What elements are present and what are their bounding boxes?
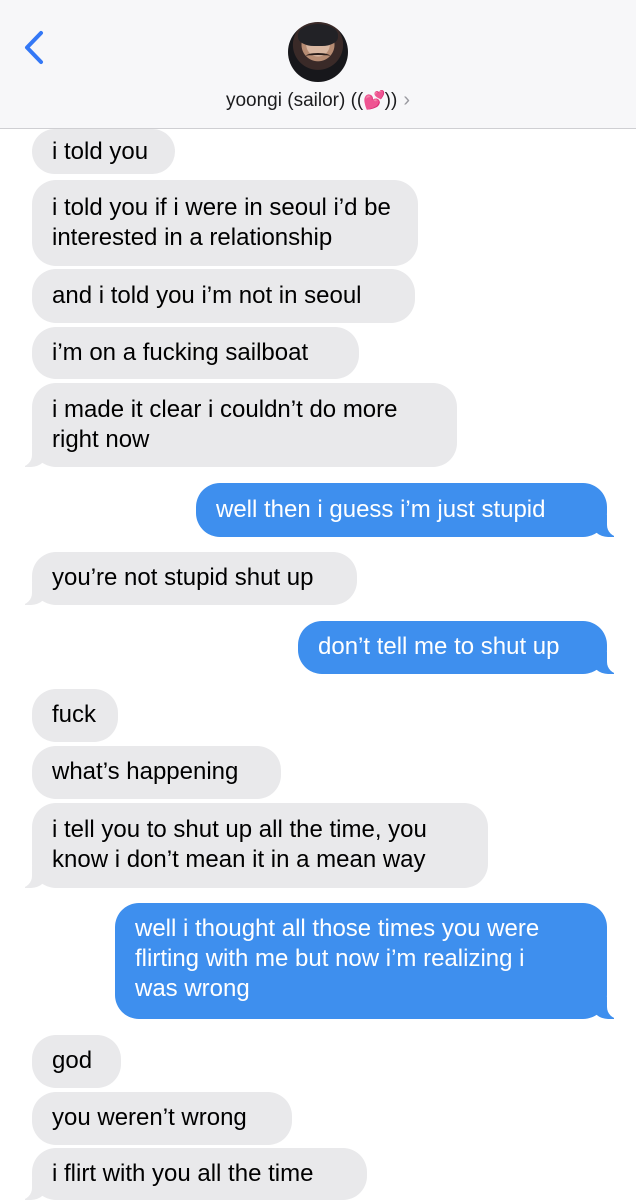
avatar[interactable] — [288, 22, 348, 82]
message-bubble-incoming[interactable]: fuck — [32, 689, 118, 742]
message-bubble-incoming[interactable]: i flirt with you all the time — [6, 1148, 367, 1200]
conversation-header: yoongi (sailor) ((💕)) › — [0, 0, 636, 129]
message-bubble-incoming[interactable]: you weren’t wrong — [32, 1092, 292, 1145]
message-bubble-incoming[interactable]: god — [32, 1035, 121, 1088]
message-bubble-outgoing[interactable]: well then i guess i’m just stupid — [196, 483, 633, 537]
contact-name-button[interactable]: yoongi (sailor) ((💕)) › — [0, 89, 636, 112]
message-bubble-incoming[interactable]: i’m on a fucking sailboat — [32, 327, 359, 379]
message-bubble-incoming[interactable]: i told you — [32, 129, 175, 174]
message-bubble-incoming[interactable]: i told you if i were in seoul i’d be int… — [32, 180, 418, 266]
message-bubble-incoming[interactable]: you’re not stupid shut up — [6, 552, 357, 605]
chevron-left-icon — [25, 31, 43, 64]
two-hearts-emoji: 💕 — [363, 90, 385, 110]
back-button[interactable] — [16, 26, 56, 70]
message-bubble-outgoing[interactable]: well i thought all those times you were … — [115, 903, 633, 1019]
contact-name: yoongi (sailor) (( — [225, 90, 364, 111]
contact-name-suffix: )) — [384, 90, 398, 111]
message-bubble-incoming[interactable]: and i told you i’m not in seoul — [32, 269, 415, 323]
chevron-right-icon: › — [403, 89, 410, 111]
message-thread[interactable]: i told you i told you if i were in seoul… — [0, 129, 636, 1200]
message-bubble-outgoing[interactable]: don’t tell me to shut up — [298, 621, 633, 674]
message-bubble-incoming[interactable]: what’s happening — [32, 746, 281, 799]
message-bubble-incoming[interactable]: i tell you to shut up all the time, you … — [6, 803, 488, 888]
message-bubble-incoming[interactable]: i made it clear i couldn’t do more right… — [6, 383, 457, 467]
